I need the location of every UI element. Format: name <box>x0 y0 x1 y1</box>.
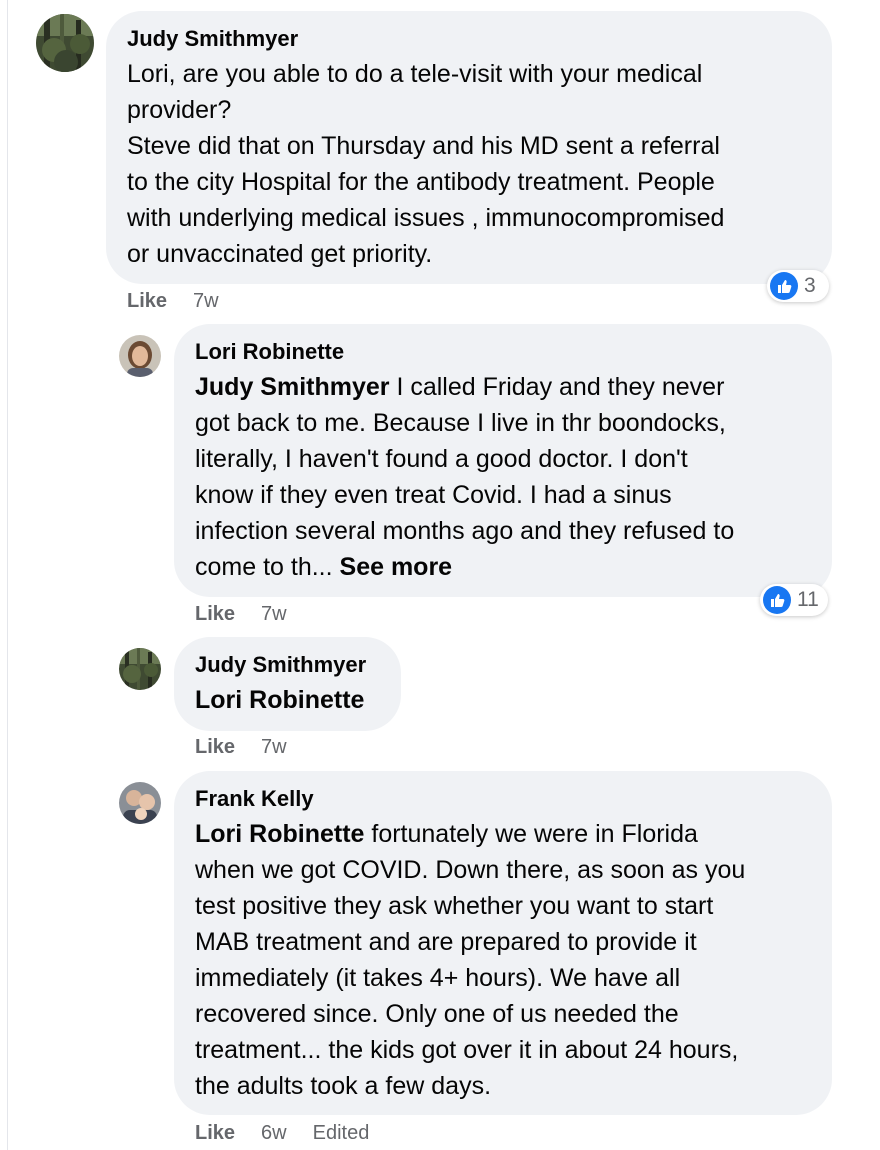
comment-bubble: Frank Kelly Lori Robinette fortunately w… <box>174 771 832 1115</box>
thread-edge-line <box>7 0 8 1150</box>
profile-photo-icon <box>119 335 161 377</box>
comment-author[interactable]: Judy Smithmyer <box>195 652 383 678</box>
profile-photo-icon <box>119 782 161 824</box>
avatar[interactable] <box>119 335 161 377</box>
comment-line: test positive they ask whether you want … <box>195 892 714 920</box>
comment-actions: Like 7w <box>127 289 219 313</box>
comment-line: immediately (it takes 4+ hours). We have… <box>195 964 681 992</box>
reaction-count[interactable]: 11 <box>760 584 828 616</box>
comment-text: Lori Robinette fortunately we were in Fl… <box>195 816 814 1104</box>
avatar[interactable] <box>119 648 161 690</box>
comment-line: Steve did that on Thursday and his MD se… <box>127 132 720 160</box>
like-button[interactable]: Like <box>195 603 235 625</box>
mention-link[interactable]: Lori Robinette <box>195 820 364 848</box>
comment-line-text: fortunately we were in Florida <box>364 820 698 848</box>
comment-line: MAB treatment and are prepared to provid… <box>195 928 697 956</box>
comment-line: Lori, are you able to do a tele-visit wi… <box>127 60 703 88</box>
comment-text: Lori, are you able to do a tele-visit wi… <box>127 56 812 272</box>
forest-photo-icon <box>119 648 161 690</box>
mention-link[interactable]: Judy Smithmyer <box>195 373 390 401</box>
comment-line: literally, I haven't found a good doctor… <box>195 445 688 473</box>
comment-line: Judy Smithmyer I called Friday and they … <box>195 369 814 405</box>
like-button[interactable]: Like <box>195 1122 235 1144</box>
comment-line: Lori Robinette <box>195 682 383 718</box>
comment-actions: Like 6w Edited <box>195 1121 369 1145</box>
comment-line: to the city Hospital for the antibody tr… <box>127 168 715 196</box>
forest-photo-icon <box>36 14 94 72</box>
comment-bubble: Judy Smithmyer Lori, are you able to do … <box>106 11 832 284</box>
timestamp[interactable]: 7w <box>193 290 219 312</box>
comment-line: recovered since. Only one of us needed t… <box>195 1000 679 1028</box>
comment-actions: Like 7w <box>195 735 287 759</box>
like-button[interactable]: Like <box>195 736 235 758</box>
reaction-number: 11 <box>797 588 819 611</box>
see-more-link[interactable]: See more <box>340 553 453 581</box>
comment-bubble: Judy Smithmyer Lori Robinette <box>174 637 401 731</box>
comment-line-text: I called Friday and they never <box>389 373 725 401</box>
reaction-count[interactable]: 3 <box>767 270 829 302</box>
comment-line: provider? <box>127 96 232 124</box>
comment-line: or unvaccinated get priority. <box>127 240 433 268</box>
comment-bubble: Lori Robinette Judy Smithmyer I called F… <box>174 324 832 597</box>
mention-link[interactable]: Lori Robinette <box>195 686 364 714</box>
avatar[interactable] <box>119 782 161 824</box>
comment-author[interactable]: Judy Smithmyer <box>127 26 812 52</box>
comment-line: the adults took a few days. <box>195 1072 492 1100</box>
comment-line: with underlying medical issues , immunoc… <box>127 204 725 232</box>
comment-author[interactable]: Frank Kelly <box>195 786 814 812</box>
comment-text: Judy Smithmyer I called Friday and they … <box>195 369 814 585</box>
comment-line: treatment... the kids got over it in abo… <box>195 1036 739 1064</box>
timestamp[interactable]: 7w <box>261 736 287 758</box>
comment-text: Lori Robinette <box>195 682 383 718</box>
comment-line: when we got COVID. Down there, as soon a… <box>195 856 746 884</box>
comment-line: know if they even treat Covid. I had a s… <box>195 481 672 509</box>
thumbs-up-icon <box>770 272 798 300</box>
reaction-number: 3 <box>804 274 816 297</box>
comment-author[interactable]: Lori Robinette <box>195 339 814 365</box>
comment-line: infection several months ago and they re… <box>195 517 735 545</box>
timestamp[interactable]: 6w <box>261 1122 287 1144</box>
avatar[interactable] <box>36 14 94 72</box>
comment-actions: Like 7w <box>195 602 287 626</box>
comment-line-text: come to th... <box>195 553 340 581</box>
like-button[interactable]: Like <box>127 290 167 312</box>
comment-line: got back to me. Because I live in thr bo… <box>195 409 726 437</box>
timestamp[interactable]: 7w <box>261 603 287 625</box>
edited-label[interactable]: Edited <box>313 1122 370 1144</box>
thumbs-up-icon <box>763 586 791 614</box>
comment-line: come to th... See more <box>195 549 814 585</box>
comment-line: Lori Robinette fortunately we were in Fl… <box>195 816 814 852</box>
